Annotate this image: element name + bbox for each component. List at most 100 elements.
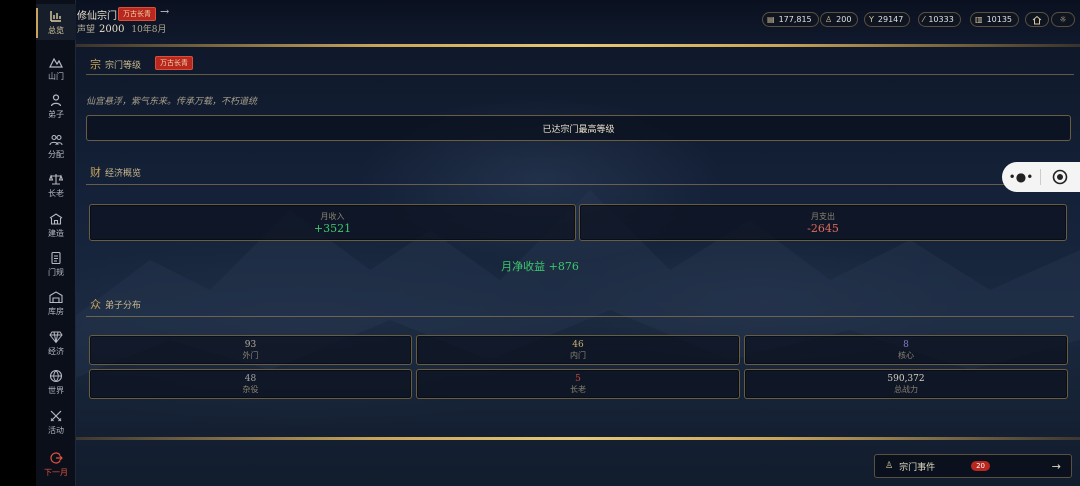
next-month-icon [50, 451, 63, 464]
resource-value: 200 [836, 15, 852, 24]
stat-value: 93 [244, 339, 257, 350]
sidebar-item-label: 总览 [48, 25, 64, 35]
disciple-icon: ♙ [825, 15, 833, 24]
expense-card: 月支出 -2645 [579, 204, 1067, 241]
sword-icon: ⁄ [923, 15, 925, 24]
resource-spirit-stones[interactable]: ▤ 177,815 [762, 12, 819, 27]
section-divider [86, 184, 1074, 185]
stat-label: 总战力 [894, 384, 918, 394]
rank-badge: 万古长青 [118, 7, 156, 21]
sidebar-item-world[interactable]: 世界 [36, 364, 76, 400]
income-card: 月收入 +3521 [89, 204, 576, 241]
sect-motto: 仙宫悬浮，紫气东来。传承万载，不朽道统 [86, 97, 258, 107]
max-level-button[interactable]: 已达宗门最高等级 [86, 115, 1071, 141]
sidebar-item-label: 库房 [48, 306, 64, 316]
target-close-icon [1052, 169, 1068, 185]
scale-icon [49, 173, 63, 185]
stat-value: 46 [572, 339, 584, 350]
sun-settings-icon: ☼ [1059, 15, 1067, 24]
stat-label: 杂役 [242, 384, 259, 394]
sidebar-item-label: 弟子 [48, 109, 64, 119]
mountain-icon [49, 57, 63, 68]
sidebar-item-elders[interactable]: 长老 [36, 167, 76, 203]
more-menu-button[interactable]: •●• [1002, 170, 1040, 184]
disciples-title: 众弟子分布 [90, 296, 141, 312]
stat-elders: 5 长老 [416, 369, 740, 399]
stat-label: 长老 [570, 384, 586, 394]
mountain-scenery [70, 190, 1080, 486]
stat-servants: 48 杂役 [89, 369, 412, 399]
sidebar-item-next-month[interactable]: 下一月 [36, 446, 76, 482]
building-icon [49, 212, 63, 225]
settings-button[interactable]: ☼ [1051, 12, 1075, 27]
section-divider [86, 74, 1074, 75]
diamond-icon [49, 331, 63, 343]
resource-treasure[interactable]: ▥ 10135 [970, 12, 1020, 27]
income-label: 月收入 [320, 211, 345, 221]
events-count-badge: 20 [971, 461, 991, 471]
sidebar-item-label: 山门 [48, 71, 64, 81]
sidebar-item-label: 世界 [48, 385, 64, 395]
sidebar-item-disciples[interactable]: 弟子 [36, 88, 76, 124]
stat-inner-disciples: 46 内门 [416, 335, 740, 365]
section-heading: 经济概览 [105, 169, 142, 179]
fame-value: 2000 [99, 24, 125, 35]
sect-name: 修仙宗门 [77, 11, 117, 22]
sect-level-title: 宗宗门等级 [90, 56, 141, 72]
miniprogram-capsule: •●• [1002, 162, 1080, 192]
sidebar-item-label: 建造 [48, 228, 64, 238]
resource-herbs[interactable]: Y 29147 [864, 12, 911, 27]
screen-edge [0, 0, 36, 486]
more-dots-icon: •●• [1008, 170, 1034, 184]
fame-label: 声望 [77, 25, 96, 35]
resource-value: 177,815 [778, 15, 812, 24]
treasure-icon: ▥ [975, 15, 983, 24]
bar-chart-icon [50, 10, 61, 22]
stat-label: 内门 [570, 350, 586, 360]
sidebar: 总览 山门 弟子 分配 长老 建造 门规 库房 经济 世界 活动 下一月 [36, 0, 76, 486]
sidebar-item-economy[interactable]: 经济 [36, 325, 76, 361]
stat-value: 48 [244, 373, 257, 384]
sidebar-item-label: 分配 [48, 149, 64, 159]
fame-row: 声望 2000 10年8月 [77, 22, 167, 35]
footer-divider [76, 437, 1080, 440]
people-icon [49, 134, 63, 145]
stat-value: 590,372 [887, 373, 925, 384]
home-button[interactable] [1025, 12, 1049, 27]
stat-core-disciples: 8 核心 [744, 335, 1068, 365]
stat-value: 5 [575, 373, 581, 384]
sidebar-item-events[interactable]: 活动 [36, 404, 76, 440]
sidebar-item-label: 活动 [48, 425, 64, 435]
game-date: 10年8月 [131, 25, 167, 35]
sect-glyph: 宗 [90, 58, 101, 71]
sidebar-item-mountain-gate[interactable]: 山门 [36, 50, 76, 86]
net-income: 月净收益 +876 [501, 260, 579, 273]
sect-detail-arrow-icon[interactable]: → [160, 5, 169, 18]
resource-value: 29147 [877, 15, 904, 24]
spirit-stone-icon: ▤ [767, 15, 775, 24]
economy-glyph: 财 [90, 166, 101, 179]
resource-weapons[interactable]: ⁄ 10333 [918, 12, 961, 27]
stat-label: 核心 [898, 350, 914, 360]
sidebar-item-warehouse[interactable]: 库房 [36, 285, 76, 321]
sidebar-item-build[interactable]: 建造 [36, 207, 76, 243]
sidebar-item-label: 长老 [48, 188, 64, 198]
events-label: 宗门事件 [899, 462, 936, 473]
economy-title: 财经济概览 [90, 164, 141, 180]
close-capsule-button[interactable] [1041, 169, 1079, 185]
resource-value: 10333 [928, 15, 954, 24]
warehouse-icon [49, 290, 63, 303]
globe-icon [49, 369, 63, 382]
stat-total-power: 590,372 总战力 [744, 369, 1068, 399]
header-divider [76, 44, 1080, 47]
sect-events-button[interactable]: ♙ 宗门事件 20 → [874, 454, 1072, 478]
sidebar-item-overview[interactable]: 总览 [36, 4, 76, 40]
resource-disciples[interactable]: ♙ 200 [820, 12, 859, 27]
herb-icon: Y [869, 15, 874, 24]
arrow-right-icon: → [1051, 459, 1061, 473]
resource-value: 10135 [986, 15, 1013, 24]
stat-value: 8 [903, 339, 909, 350]
sect-level-badge: 万古长青 [155, 56, 193, 70]
sidebar-item-assign[interactable]: 分配 [36, 128, 76, 164]
stat-outer-disciples: 93 外门 [89, 335, 412, 365]
